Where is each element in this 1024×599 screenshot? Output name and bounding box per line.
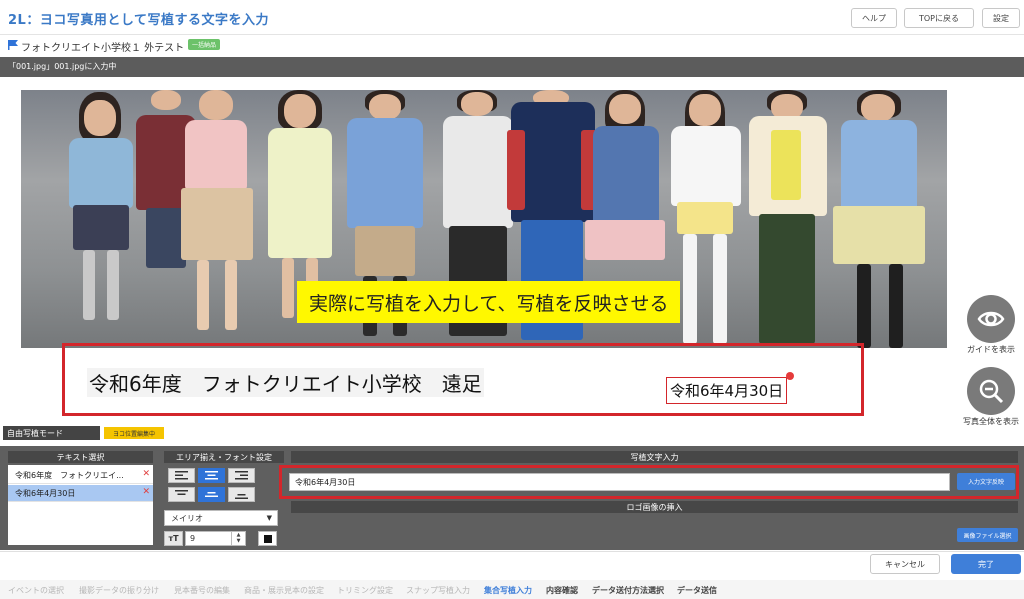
step-item[interactable]: 撮影データの振り分け — [79, 585, 159, 596]
align-left-icon — [175, 471, 188, 480]
eye-icon — [977, 311, 1005, 327]
chevron-down-icon: ▼ — [266, 514, 272, 522]
help-button[interactable]: ヘルプ — [851, 8, 897, 28]
step-item[interactable]: スナップ写植入力 — [406, 585, 470, 596]
top-button[interactable]: TOPに戻る — [904, 8, 974, 28]
text-select-header: テキスト選択 — [8, 451, 153, 463]
instruction-overlay: 実際に写植を入力して、写植を反映させる — [297, 281, 681, 323]
step-item[interactable]: 内容確認 — [546, 585, 578, 596]
mode-label: 自由写植モード — [3, 426, 100, 440]
logo-insert-header: ロゴ画像の挿入 — [291, 501, 1018, 513]
stepper-arrows-icon[interactable]: ▲ ▼ — [231, 532, 245, 545]
align-bottom-button[interactable] — [228, 487, 255, 502]
text-item-label: 令和6年度 フォトクリエイ... — [15, 470, 124, 480]
align-middle-button[interactable] — [198, 487, 225, 502]
caption-main-text[interactable]: 令和6年度 フォトクリエイト小学校 遠足 — [87, 368, 484, 397]
font-size-icon: тT — [164, 531, 183, 546]
area-align-header: エリア揃え・フォント設定 — [164, 451, 284, 463]
font-size-value: 9 — [190, 534, 196, 543]
file-status-text: 「001.jpg」001.jpgに入力中 — [8, 62, 117, 71]
text-input-header: 写植文字入力 — [291, 451, 1018, 463]
show-whole-photo-button[interactable] — [967, 367, 1015, 415]
text-item[interactable]: 令和6年度 フォトクリエイ... ✕ — [8, 467, 153, 484]
step-item[interactable]: トリミング設定 — [337, 585, 393, 596]
flag-icon — [8, 40, 18, 50]
font-size-stepper[interactable]: 9 ▲ ▼ — [185, 531, 246, 546]
step-item[interactable]: 見本番号の編集 — [174, 585, 230, 596]
step-item[interactable]: 商品・展示見本の設定 — [244, 585, 324, 596]
show-guide-button[interactable] — [967, 295, 1015, 343]
font-select-value: メイリオ — [171, 513, 203, 523]
align-bottom-icon — [235, 494, 248, 499]
font-select[interactable]: メイリオ ▼ — [164, 510, 278, 526]
align-center-button[interactable] — [198, 468, 225, 483]
align-middle-icon — [205, 492, 218, 497]
align-center-icon — [205, 471, 218, 480]
align-right-icon — [235, 471, 248, 480]
mode-status-badge: ヨコ位置編集中 — [104, 427, 164, 439]
selection-handle[interactable] — [786, 372, 794, 380]
course-name: フォトクリエイト小学校１ 外テスト — [21, 43, 185, 54]
align-left-button[interactable] — [168, 468, 195, 483]
align-top-button[interactable] — [168, 487, 195, 502]
image-file-select-button[interactable]: 画像ファイル選択 — [957, 528, 1018, 542]
align-top-icon — [175, 490, 188, 495]
input-highlight-frame — [279, 465, 1019, 499]
delete-icon[interactable]: ✕ — [142, 487, 150, 497]
font-color-button[interactable] — [258, 531, 277, 546]
cancel-button[interactable]: キャンセル — [870, 554, 940, 574]
delete-icon[interactable]: ✕ — [142, 469, 150, 479]
done-button[interactable]: 完了 — [951, 554, 1021, 574]
text-select-list: 令和6年度 フォトクリエイ... ✕ 令和6年4月30日 ✕ — [8, 465, 153, 545]
color-swatch — [263, 534, 272, 543]
zoom-out-icon — [979, 379, 1004, 404]
step-item[interactable]: イベントの選択 — [8, 585, 64, 596]
step-item[interactable]: データ送付方法選択 — [592, 585, 664, 596]
step-item[interactable]: データ送信 — [677, 585, 717, 596]
page-title: 2L：ヨコ写真用として写植する文字を入力 — [8, 13, 269, 28]
show-guide-label: ガイドを表示 — [967, 345, 1015, 354]
text-item-selected[interactable]: 令和6年4月30日 ✕ — [8, 485, 153, 502]
delivery-badge: 一括納品 — [188, 39, 221, 50]
page-header: 2L：ヨコ写真用として写植する文字を入力 ヘルプ TOPに戻る 設定 — [0, 0, 1024, 35]
settings-button[interactable]: 設定 — [982, 8, 1020, 28]
text-item-label: 令和6年4月30日 — [15, 488, 76, 498]
step-item-current[interactable]: 集合写植入力 — [484, 585, 532, 596]
file-status-bar: 「001.jpg」001.jpgに入力中 — [0, 57, 1024, 77]
align-right-button[interactable] — [228, 468, 255, 483]
caption-date-text[interactable]: 令和6年4月30日 — [666, 377, 788, 404]
